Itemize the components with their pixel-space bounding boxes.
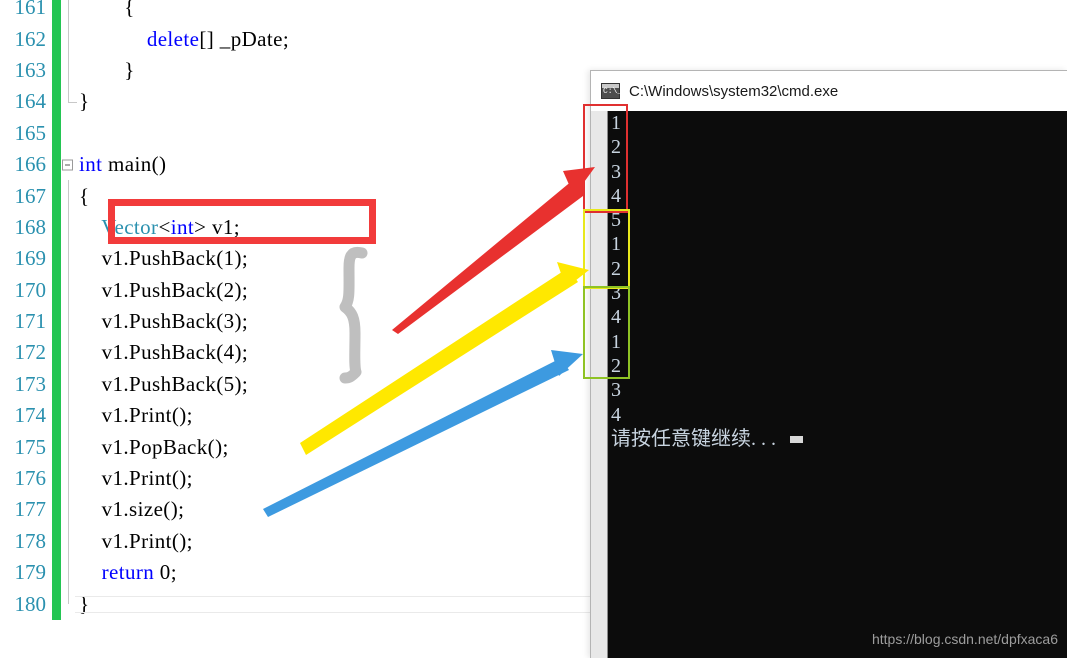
console-output-line: 2 bbox=[611, 136, 621, 159]
change-indicator bbox=[52, 337, 61, 369]
console-output-line: 3 bbox=[611, 379, 621, 402]
cmd-scrollbar[interactable] bbox=[591, 111, 608, 658]
code-text[interactable]: delete[] _pDate; bbox=[75, 27, 1067, 52]
line-number: 177 bbox=[14, 497, 47, 522]
line-number: 178 bbox=[14, 528, 47, 553]
structure-guide bbox=[61, 557, 75, 589]
console-cursor bbox=[790, 435, 803, 443]
screenshot-root: 161 {162 delete[] _pDate; 163 } 164} 165 166… bbox=[0, 0, 1067, 658]
console-output-line: 4 bbox=[611, 403, 621, 426]
line-number: 163 bbox=[14, 57, 47, 82]
code-line[interactable]: 161 { bbox=[0, 0, 1067, 24]
structure-guide bbox=[61, 400, 75, 432]
change-indicator bbox=[52, 0, 61, 24]
structure-guide bbox=[61, 180, 75, 212]
structure-guide bbox=[61, 337, 75, 369]
line-number: 173 bbox=[14, 371, 47, 396]
change-indicator bbox=[52, 243, 61, 275]
line-number: 175 bbox=[14, 434, 47, 459]
structure-guide bbox=[61, 149, 75, 180]
change-indicator bbox=[52, 211, 61, 244]
watermark-text: https://blog.csdn.net/dpfxaca6 bbox=[871, 631, 1058, 647]
structure-guide bbox=[61, 525, 75, 558]
console-output-line: 4 bbox=[611, 184, 621, 207]
structure-guide bbox=[61, 54, 75, 87]
change-indicator bbox=[52, 588, 61, 620]
cmd-titlebar[interactable]: C:\Windows\system32\cmd.exe bbox=[591, 71, 1067, 111]
structure-guide bbox=[61, 23, 75, 55]
line-number: 174 bbox=[14, 403, 47, 428]
cmd-window[interactable]: C:\Windows\system32\cmd.exe 123451234123… bbox=[590, 70, 1067, 658]
change-indicator bbox=[52, 117, 61, 149]
structure-guide bbox=[61, 462, 75, 495]
change-indicator bbox=[52, 462, 61, 495]
structure-guide bbox=[61, 86, 77, 117]
line-number: 179 bbox=[14, 560, 47, 585]
code-line[interactable]: 162 delete[] _pDate; bbox=[0, 23, 1067, 55]
console-output-line: 4 bbox=[611, 306, 621, 329]
change-indicator bbox=[52, 305, 61, 338]
change-indicator bbox=[52, 86, 61, 118]
change-indicator bbox=[52, 557, 61, 589]
line-number: 170 bbox=[14, 277, 47, 302]
console-prompt-text: 请按任意键继续. . . bbox=[611, 427, 776, 450]
line-number: 162 bbox=[14, 26, 47, 51]
console-output-line: 1 bbox=[611, 112, 621, 134]
structure-guide bbox=[61, 494, 75, 526]
line-number: 167 bbox=[14, 183, 47, 208]
change-indicator bbox=[52, 148, 61, 181]
cmd-output-area[interactable]: 1 2 3 4 5 1 2 3 4 1 2 3 4 请按任意键继续. . . https://blog.c… bbox=[591, 111, 1067, 658]
line-number: 171 bbox=[14, 309, 47, 334]
structure-guide bbox=[61, 588, 75, 619]
structure-guide bbox=[61, 0, 75, 24]
change-indicator bbox=[52, 525, 61, 558]
change-indicator bbox=[52, 431, 61, 463]
console-output-line: 1 bbox=[611, 233, 621, 256]
console-output-line: 3 bbox=[611, 160, 621, 183]
structure-guide bbox=[61, 243, 75, 275]
line-number: 168 bbox=[14, 214, 47, 239]
cmd-icon bbox=[601, 83, 622, 99]
collapse-toggle-icon[interactable] bbox=[62, 159, 73, 171]
console-prompt-line: 请按任意键继续. . . bbox=[611, 427, 803, 451]
line-number: 176 bbox=[14, 466, 47, 491]
console-output-line: 3 bbox=[611, 282, 621, 305]
change-indicator bbox=[52, 274, 61, 306]
change-indicator bbox=[52, 368, 61, 401]
line-number: 172 bbox=[14, 340, 47, 365]
console-output-line: 1 bbox=[611, 330, 621, 353]
structure-guide bbox=[61, 368, 75, 401]
line-number: 165 bbox=[14, 120, 47, 145]
line-number: 169 bbox=[14, 246, 47, 271]
structure-guide bbox=[61, 274, 75, 306]
change-indicator bbox=[52, 23, 61, 55]
cmd-output-text: 1 2 3 4 5 1 2 3 4 1 2 3 4 请按任意键继续. . . bbox=[611, 111, 803, 451]
console-output-line: 2 bbox=[611, 354, 621, 377]
line-number: 166 bbox=[14, 152, 47, 177]
line-number: 180 bbox=[14, 591, 47, 616]
structure-guide bbox=[61, 118, 75, 149]
code-text[interactable]: { bbox=[75, 0, 1067, 20]
line-number: 164 bbox=[14, 89, 47, 114]
line-number: 161 bbox=[14, 0, 47, 20]
console-output-line: 5 bbox=[611, 209, 621, 232]
change-indicator bbox=[52, 180, 61, 212]
change-indicator bbox=[52, 400, 61, 432]
structure-guide bbox=[61, 211, 75, 244]
change-indicator bbox=[52, 494, 61, 526]
structure-guide bbox=[61, 431, 75, 463]
change-indicator bbox=[52, 54, 61, 87]
console-output-line: 2 bbox=[611, 257, 621, 280]
structure-guide bbox=[61, 305, 75, 338]
cmd-title-text: C:\Windows\system32\cmd.exe bbox=[629, 82, 839, 100]
